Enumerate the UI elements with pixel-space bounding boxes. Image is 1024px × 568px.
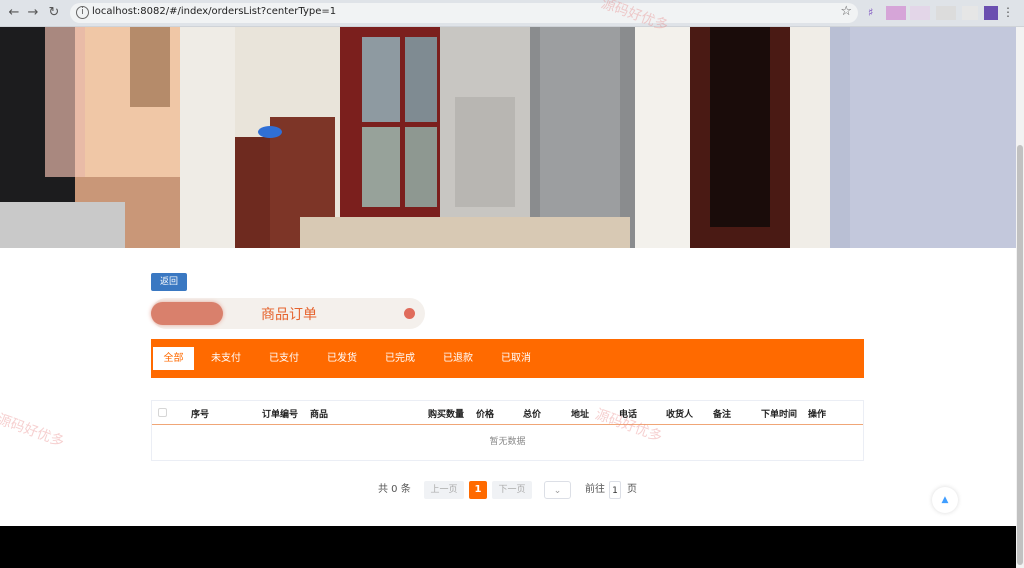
column-header[interactable]: 地址 (571, 407, 589, 420)
table-header: 序号 订单编号 商品 购买数量 价格 总价 地址 电话 收货人 备注 下单时间 … (152, 401, 863, 425)
watermark: 源码好优多 (0, 411, 67, 451)
caret-up-icon: ▲ (941, 495, 949, 505)
title-decoration-bar (151, 302, 223, 325)
page-size-select[interactable]: ⌄ (544, 481, 571, 499)
tab-unpaid[interactable]: 未支付 (206, 347, 246, 370)
prev-page-button[interactable]: 上一页 (424, 481, 464, 499)
column-header[interactable]: 下单时间 (761, 407, 797, 420)
column-header[interactable]: 购买数量 (428, 407, 464, 420)
goto-label: 前往 (585, 484, 605, 495)
url-text[interactable]: localhost:8082/#/index/ordersList?center… (92, 6, 336, 17)
column-header[interactable]: 序号 (191, 407, 209, 420)
tab-all[interactable]: 全部 (153, 347, 194, 370)
page-footer (0, 526, 1016, 568)
empty-state-text: 暂无数据 (489, 437, 526, 447)
column-header[interactable]: 备注 (713, 407, 731, 420)
orders-table: 序号 订单编号 商品 购买数量 价格 总价 地址 电话 收货人 备注 下单时间 … (151, 400, 864, 461)
tab-shipped[interactable]: 已发货 (322, 347, 362, 370)
address-bar[interactable]: i localhost:8082/#/index/ordersList?cent… (70, 3, 858, 23)
extension-blurred[interactable] (962, 6, 978, 20)
extension-blurred[interactable] (936, 6, 956, 20)
extension-blurred[interactable] (910, 6, 930, 20)
tab-completed[interactable]: 已完成 (380, 347, 420, 370)
column-header[interactable]: 总价 (523, 407, 541, 420)
column-header[interactable]: 操作 (808, 407, 826, 420)
site-info-icon[interactable]: i (76, 6, 89, 19)
tab-refunded[interactable]: 已退款 (438, 347, 478, 370)
profile-avatar-blurred[interactable] (886, 6, 906, 20)
pagination-total: 共 0 条 (378, 484, 411, 495)
reload-icon[interactable]: ↻ (46, 5, 62, 21)
select-all-checkbox[interactable] (158, 408, 167, 417)
title-decoration-dot (404, 308, 415, 319)
column-header[interactable]: 收货人 (666, 407, 693, 420)
bookmark-star-icon[interactable]: ☆ (840, 4, 852, 19)
current-page-button[interactable]: 1 (469, 481, 487, 499)
column-header[interactable]: 订单编号 (262, 407, 298, 420)
order-status-tabs: 全部 未支付 已支付 已发货 已完成 已退款 已取消 (151, 339, 864, 378)
page-title: 商品订单 (261, 307, 317, 323)
forward-arrow-icon[interactable]: → (25, 5, 41, 21)
back-arrow-icon[interactable]: ← (6, 5, 22, 21)
tab-cancelled[interactable]: 已取消 (496, 347, 536, 370)
extension-icon[interactable]: ♯ (868, 6, 878, 20)
browser-menu-icon[interactable]: ⋮ (1002, 5, 1014, 19)
next-page-button[interactable]: 下一页 (492, 481, 532, 499)
column-header[interactable]: 商品 (310, 407, 328, 420)
scrollbar-thumb[interactable] (1017, 145, 1023, 565)
back-button[interactable]: 返回 (151, 273, 187, 291)
chevron-down-icon: ⌄ (553, 486, 562, 496)
tab-paid[interactable]: 已支付 (264, 347, 304, 370)
page-unit-label: 页 (627, 484, 637, 495)
page-title-banner: 商品订单 (151, 298, 425, 329)
extension-blurred[interactable] (984, 6, 998, 20)
browser-toolbar: ← → ↻ i localhost:8082/#/index/ordersLis… (0, 0, 1024, 27)
goto-page-input[interactable]: 1 (609, 481, 621, 499)
column-header[interactable]: 价格 (476, 407, 494, 420)
back-to-top-button[interactable]: ▲ (932, 487, 958, 513)
banner-image (0, 27, 1016, 248)
